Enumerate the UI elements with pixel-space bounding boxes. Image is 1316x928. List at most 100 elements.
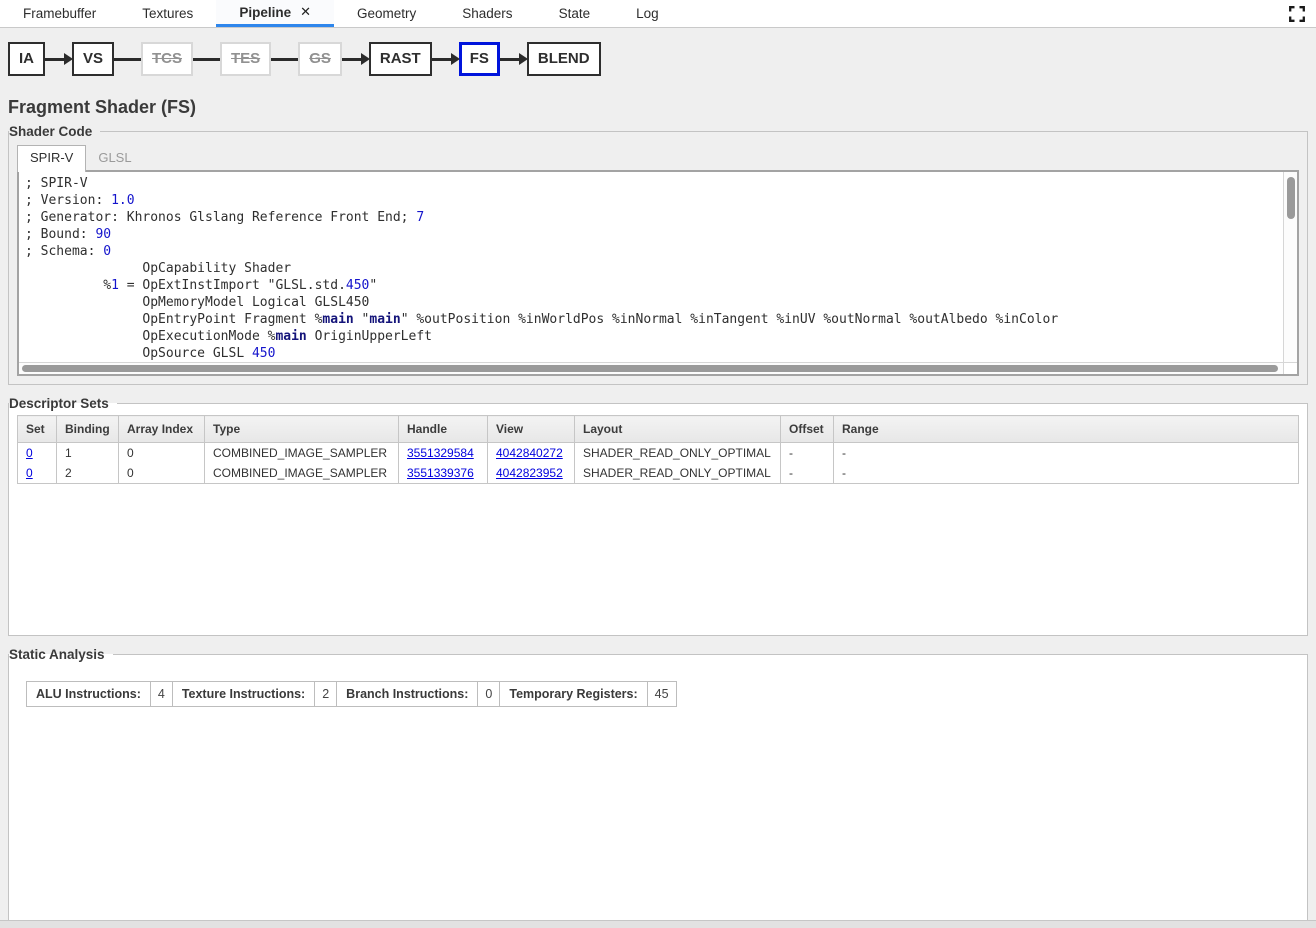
cell-type: COMBINED_IMAGE_SAMPLER [205, 463, 399, 484]
tab-label: Log [636, 6, 659, 21]
tab-shaders[interactable]: Shaders [439, 0, 535, 27]
cell-view: 4042840272 [488, 443, 575, 464]
stat-value: 0 [478, 682, 500, 707]
code-tab-spir-v[interactable]: SPIR-V [17, 145, 86, 172]
view-link[interactable]: 4042840272 [496, 446, 563, 460]
tab-label: Pipeline [239, 5, 291, 20]
tab-label: Framebuffer [23, 6, 96, 21]
descriptor-row: 020COMBINED_IMAGE_SAMPLER355133937640428… [18, 463, 1299, 484]
stage-ia[interactable]: IA [8, 42, 45, 76]
stat-label: Texture Instructions: [172, 682, 314, 707]
shader-code-box[interactable]: ; SPIR-V; Version: 1.0; Generator: Khron… [17, 170, 1299, 376]
stat-value: 4 [150, 682, 172, 707]
code-line: OpEntryPoint Fragment %main "main" %outP… [25, 311, 1297, 328]
cell-layout: SHADER_READ_ONLY_OPTIMAL [575, 443, 781, 464]
column-header-set[interactable]: Set [18, 416, 57, 443]
stat-label: Branch Instructions: [337, 682, 478, 707]
static-analysis-legend: Static Analysis [9, 647, 113, 662]
cell-array_index: 0 [119, 463, 205, 484]
column-header-array-index[interactable]: Array Index [119, 416, 205, 443]
code-line: ; Generator: Khronos Glslang Reference F… [25, 209, 1297, 226]
cell-set: 0 [18, 443, 57, 464]
page-title: Fragment Shader (FS) [8, 97, 1308, 118]
shader-code-tabs: SPIR-VGLSL [17, 144, 1299, 170]
shader-code-group: Shader Code SPIR-VGLSL ; SPIR-V; Version… [8, 124, 1308, 385]
scrollbar-corner [1283, 362, 1297, 374]
stage-vs[interactable]: VS [72, 42, 114, 76]
column-header-range[interactable]: Range [834, 416, 1299, 443]
stat-value: 2 [315, 682, 337, 707]
static-analysis-body: ALU Instructions:4Texture Instructions:2… [17, 681, 1299, 914]
cell-layout: SHADER_READ_ONLY_OPTIMAL [575, 463, 781, 484]
column-header-view[interactable]: View [488, 416, 575, 443]
stage-gs[interactable]: GS [298, 42, 342, 76]
tab-bar: Framebuffer Textures Pipeline ✕ Geometry Shad… [0, 0, 1316, 28]
vertical-scrollbar[interactable] [1283, 172, 1297, 362]
static-analysis-table: ALU Instructions:4Texture Instructions:2… [26, 681, 677, 707]
tab-list: Framebuffer Textures Pipeline ✕ Geometry Shad… [0, 0, 682, 27]
cell-handle: 3551329584 [399, 443, 488, 464]
flow-line [271, 58, 298, 61]
stat-value: 45 [647, 682, 676, 707]
code-line: ; Bound: 90 [25, 226, 1297, 243]
set-link[interactable]: 0 [26, 446, 33, 460]
tab-pipeline[interactable]: Pipeline ✕ [216, 0, 334, 27]
descriptor-sets-legend: Descriptor Sets [9, 396, 117, 411]
column-header-type[interactable]: Type [205, 416, 399, 443]
horizontal-scrollbar-thumb[interactable] [22, 365, 1278, 372]
code-tab-glsl[interactable]: GLSL [86, 146, 143, 170]
cell-array_index: 0 [119, 443, 205, 464]
column-header-binding[interactable]: Binding [57, 416, 119, 443]
flow-line [114, 58, 141, 61]
window-scrollbar-track[interactable] [0, 920, 1316, 928]
set-link[interactable]: 0 [26, 466, 33, 480]
descriptor-row: 010COMBINED_IMAGE_SAMPLER355132958440428… [18, 443, 1299, 464]
stage-tes[interactable]: TES [220, 42, 271, 76]
tab-label: Shaders [462, 6, 512, 21]
code-line: OpMemoryModel Logical GLSL450 [25, 294, 1297, 311]
tab-geometry[interactable]: Geometry [334, 0, 439, 27]
cell-binding: 1 [57, 443, 119, 464]
stage-blend[interactable]: BLEND [527, 42, 601, 76]
descriptor-sets-body: SetBindingArray IndexTypeHandleViewLayou… [17, 415, 1299, 627]
handle-link[interactable]: 3551339376 [407, 466, 474, 480]
stats-row: ALU Instructions:4Texture Instructions:2… [27, 682, 677, 707]
code-line: ; Schema: 0 [25, 243, 1297, 260]
tab-state[interactable]: State [536, 0, 614, 27]
tab-close-icon[interactable]: ✕ [300, 4, 311, 20]
code-line: OpSource GLSL 450 [25, 345, 1297, 360]
code-line: %1 = OpExtInstImport "GLSL.std.450" [25, 277, 1297, 294]
tab-label: Textures [142, 6, 193, 21]
tab-framebuffer[interactable]: Framebuffer [0, 0, 119, 27]
code-view: ; SPIR-V; Version: 1.0; Generator: Khron… [19, 172, 1297, 360]
horizontal-scrollbar[interactable] [19, 362, 1283, 374]
descriptor-header-row: SetBindingArray IndexTypeHandleViewLayou… [18, 416, 1299, 443]
cell-range: - [834, 463, 1299, 484]
cell-set: 0 [18, 463, 57, 484]
tab-label: Geometry [357, 6, 416, 21]
handle-link[interactable]: 3551329584 [407, 446, 474, 460]
column-header-layout[interactable]: Layout [575, 416, 781, 443]
view-link[interactable]: 4042823952 [496, 466, 563, 480]
stage-fs[interactable]: FS [459, 42, 500, 76]
tab-label: State [559, 6, 591, 21]
cell-range: - [834, 443, 1299, 464]
column-header-handle[interactable]: Handle [399, 416, 488, 443]
flow-line [193, 58, 220, 61]
fullscreen-icon[interactable] [1289, 6, 1305, 22]
code-line: ; Version: 1.0 [25, 192, 1297, 209]
shader-code-legend: Shader Code [9, 124, 100, 139]
cell-binding: 2 [57, 463, 119, 484]
vertical-scrollbar-thumb[interactable] [1287, 177, 1295, 219]
tab-textures[interactable]: Textures [119, 0, 216, 27]
cell-offset: - [781, 443, 834, 464]
cell-view: 4042823952 [488, 463, 575, 484]
column-header-offset[interactable]: Offset [781, 416, 834, 443]
static-analysis-group: Static Analysis ALU Instructions:4Textur… [8, 647, 1308, 923]
stage-tcs[interactable]: TCS [141, 42, 193, 76]
cell-offset: - [781, 463, 834, 484]
cell-type: COMBINED_IMAGE_SAMPLER [205, 443, 399, 464]
main-content: IA VS TCS TES GS RAST FS BLEND Fragment Shader … [0, 38, 1316, 923]
tab-log[interactable]: Log [613, 0, 682, 27]
stage-rast[interactable]: RAST [369, 42, 432, 76]
